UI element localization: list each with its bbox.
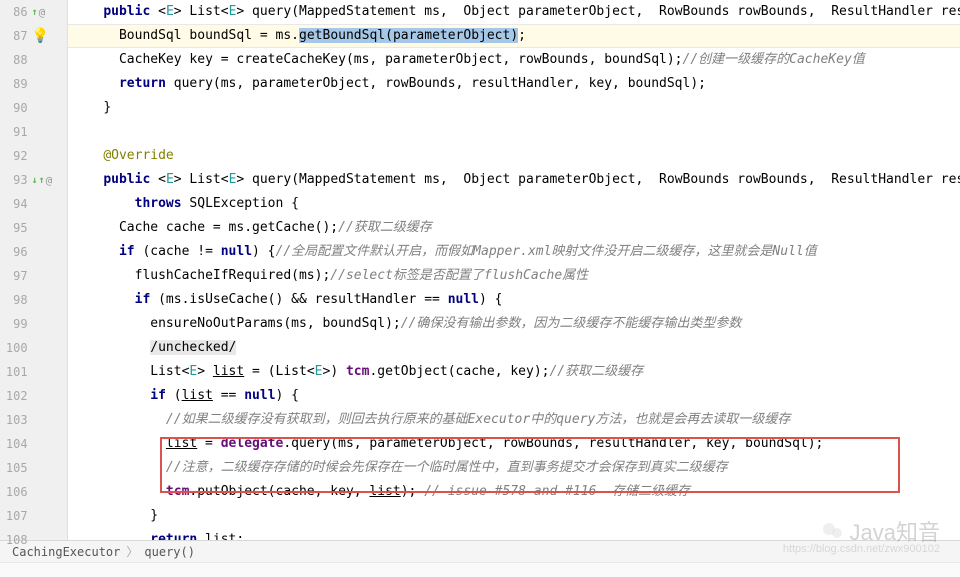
code-line: //如果二级缓存没有获取到，则回去执行原来的基础Executor中的query方…: [68, 408, 960, 432]
breadcrumb-item[interactable]: CachingExecutor: [12, 545, 120, 559]
code-line: tcm.putObject(cache, key, list); // issu…: [68, 480, 960, 504]
line-number: 103: [0, 413, 32, 427]
code-line: //注意，二级缓存存储的时候会先保存在一个临时属性中，直到事务提交才会保存到真实…: [68, 456, 960, 480]
code-line: /unchecked/: [68, 336, 960, 360]
status-bar: [0, 562, 960, 577]
code-line: if (list == null) {: [68, 384, 960, 408]
code-line: }: [68, 504, 960, 528]
line-number: 101: [0, 365, 32, 379]
code-line: throws SQLException {: [68, 192, 960, 216]
code-line: public <E> List<E> query(MappedStatement…: [68, 168, 960, 192]
code-line: Cache cache = ms.getCache();//获取二级缓存: [68, 216, 960, 240]
code-line: return query(ms, parameterObject, rowBou…: [68, 72, 960, 96]
line-number: 97: [0, 269, 32, 283]
code-line: @Override: [68, 144, 960, 168]
code-line-current: BoundSql boundSql = ms.getBoundSql(param…: [68, 24, 960, 48]
line-number: 87: [0, 29, 32, 43]
breadcrumb-bar: CachingExecutor 〉 query(): [0, 540, 960, 562]
code-line: if (cache != null) {//全局配置文件默认开启，而假如Mapp…: [68, 240, 960, 264]
line-number: 98: [0, 293, 32, 307]
line-number: 93: [0, 173, 32, 187]
line-number: 95: [0, 221, 32, 235]
code-line: List<E> list = (List<E>) tcm.getObject(c…: [68, 360, 960, 384]
line-number: 86: [0, 5, 32, 19]
breadcrumb-item[interactable]: query(): [144, 545, 195, 559]
line-number: 94: [0, 197, 32, 211]
line-number: 91: [0, 125, 32, 139]
code-line: return list;: [68, 528, 960, 540]
code-line: flushCacheIfRequired(ms);//select标签是否配置了…: [68, 264, 960, 288]
intention-bulb-icon[interactable]: 💡: [32, 28, 67, 44]
code-line: [68, 120, 960, 144]
line-number: 104: [0, 437, 32, 451]
code-line: if (ms.isUseCache() && resultHandler == …: [68, 288, 960, 312]
code-line: list = delegate.query(ms, parameterObjec…: [68, 432, 960, 456]
code-line: ensureNoOutParams(ms, boundSql);//确保没有输出…: [68, 312, 960, 336]
line-number: 90: [0, 101, 32, 115]
line-number: 99: [0, 317, 32, 331]
line-number: 105: [0, 461, 32, 475]
line-number: 92: [0, 149, 32, 163]
line-number: 88: [0, 53, 32, 67]
code-line: }: [68, 96, 960, 120]
line-number: 100: [0, 341, 32, 355]
line-number: 96: [0, 245, 32, 259]
gutter-mark[interactable]: ↑@: [32, 6, 67, 19]
gutter-mark[interactable]: ↓↑@: [32, 174, 67, 187]
code-editor[interactable]: public <E> List<E> query(MappedStatement…: [68, 0, 960, 540]
line-number: 106: [0, 485, 32, 499]
line-number: 102: [0, 389, 32, 403]
chevron-right-icon: 〉: [126, 543, 138, 560]
line-number: 89: [0, 77, 32, 91]
line-number: 107: [0, 509, 32, 523]
gutter: 86↑@ 87💡 88 89 90 91 92 93↓↑@ 94 95 96 9…: [0, 0, 68, 540]
code-line: public <E> List<E> query(MappedStatement…: [68, 0, 960, 24]
code-line: CacheKey key = createCacheKey(ms, parame…: [68, 48, 960, 72]
editor-container: 86↑@ 87💡 88 89 90 91 92 93↓↑@ 94 95 96 9…: [0, 0, 960, 540]
